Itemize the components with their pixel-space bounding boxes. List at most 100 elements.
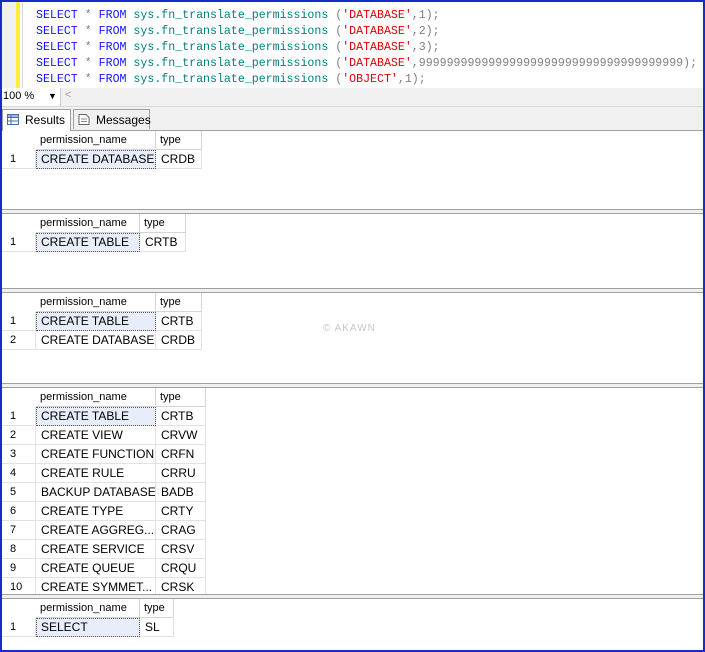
sql-keyword: FROM (98, 9, 127, 22)
cell-type[interactable]: CRSV (156, 540, 206, 559)
cell-type[interactable]: CRRU (156, 464, 206, 483)
sql-arguments: ,2); (411, 25, 440, 38)
row-number[interactable]: 5 (2, 483, 36, 502)
zoom-bar: 100 % ▼ < (2, 88, 703, 107)
cell-permission-name[interactable]: CREATE TABLE (36, 312, 156, 331)
row-number[interactable]: 9 (2, 559, 36, 578)
row-number[interactable]: 1 (2, 312, 36, 331)
results-tab-bar: Results Messages (2, 107, 703, 131)
column-header-permission-name[interactable]: permission_name (36, 388, 156, 407)
cell-type[interactable]: CRDB (156, 150, 202, 169)
sql-keyword: FROM (98, 41, 127, 54)
chevron-down-icon: ▼ (48, 91, 57, 101)
document-icon (78, 114, 90, 125)
sql-keyword: FROM (98, 25, 127, 38)
row-number[interactable]: 3 (2, 445, 36, 464)
grid-icon (7, 114, 19, 125)
sql-function: sys.fn_translate_permissions (133, 25, 329, 38)
code-line[interactable]: SELECT * FROM sys.fn_translate_permissio… (36, 72, 426, 88)
results-grid[interactable]: permission_name type 1 CREATE TABLE CRTB 2 CRE… (2, 293, 703, 384)
cell-permission-name[interactable]: CREATE DATABASE (36, 331, 156, 350)
sql-keyword: FROM (98, 73, 127, 86)
cell-permission-name[interactable]: CREATE AGGREG... (36, 521, 156, 540)
sql-keyword: SELECT (36, 57, 78, 70)
cell-permission-name[interactable]: CREATE RULE (36, 464, 156, 483)
cell-permission-name[interactable]: CREATE VIEW (36, 426, 156, 445)
sql-operator: * (84, 41, 92, 54)
tab-results-label: Results (25, 113, 66, 127)
cell-permission-name[interactable]: CREATE QUEUE (36, 559, 156, 578)
sql-punctuation: ( (328, 25, 343, 38)
results-grid[interactable]: permission_name type 1 CREATE DATABASE CRDB (2, 131, 703, 210)
cell-type[interactable]: CRAG (156, 521, 206, 540)
cell-permission-name[interactable]: CREATE DATABASE (36, 150, 156, 169)
cell-permission-name[interactable]: CREATE TABLE (36, 407, 156, 426)
sql-string: 'DATABASE' (342, 25, 412, 38)
scroll-left-icon[interactable]: < (65, 89, 71, 101)
cell-type[interactable]: CRQU (156, 559, 206, 578)
column-header-type[interactable]: type (156, 293, 202, 312)
cell-permission-name[interactable]: SELECT (36, 618, 140, 637)
row-number[interactable]: 1 (2, 618, 36, 637)
row-number[interactable]: 6 (2, 502, 36, 521)
sql-string: 'OBJECT' (342, 73, 398, 86)
row-number[interactable]: 2 (2, 426, 36, 445)
results-grid[interactable]: permission_name type 1 SELECT SL (2, 599, 703, 650)
sql-keyword: SELECT (36, 25, 78, 38)
sql-arguments: ,1); (397, 73, 426, 86)
column-header-permission-name[interactable]: permission_name (36, 293, 156, 312)
cell-type[interactable]: CRFN (156, 445, 206, 464)
tab-messages[interactable]: Messages (73, 109, 151, 129)
cell-type[interactable]: CRVW (156, 426, 206, 445)
sql-function: sys.fn_translate_permissions (133, 57, 329, 70)
cell-permission-name[interactable]: CREATE TYPE (36, 502, 156, 521)
sql-operator: * (84, 73, 92, 86)
cell-type[interactable]: CRTB (156, 407, 206, 426)
column-header-permission-name[interactable]: permission_name (36, 599, 140, 618)
cell-type[interactable]: SL (140, 618, 174, 637)
code-line[interactable]: SELECT * FROM sys.fn_translate_permissio… (36, 40, 440, 56)
row-number[interactable]: 8 (2, 540, 36, 559)
cell-permission-name[interactable]: CREATE FUNCTION (36, 445, 156, 464)
results-grid[interactable]: permission_name type 1 CREATE TABLE CRTB 2 CRE… (2, 388, 703, 597)
editor-gutter (2, 2, 16, 88)
row-number[interactable]: 1 (2, 407, 36, 426)
cell-type[interactable]: CRDB (156, 331, 202, 350)
query-editor[interactable]: SELECT * FROM sys.fn_translate_permissio… (2, 2, 703, 88)
code-line[interactable]: SELECT * FROM sys.fn_translate_permissio… (36, 56, 697, 72)
cell-type[interactable]: CRTB (156, 312, 202, 331)
row-number[interactable]: 4 (2, 464, 36, 483)
row-number[interactable]: 1 (2, 233, 36, 252)
sql-string: 'DATABASE' (342, 9, 412, 22)
row-number[interactable]: 2 (2, 331, 36, 350)
cell-permission-name[interactable]: BACKUP DATABASE (36, 483, 156, 502)
cell-type[interactable]: CRTY (156, 502, 206, 521)
sql-keyword: SELECT (36, 41, 78, 54)
sql-function: sys.fn_translate_permissions (133, 41, 329, 54)
column-header-permission-name[interactable]: permission_name (36, 131, 156, 150)
sql-keyword: SELECT (36, 73, 78, 86)
column-header-type[interactable]: type (140, 599, 174, 618)
horizontal-scrollbar[interactable]: < (60, 88, 703, 106)
code-line[interactable]: SELECT * FROM sys.fn_translate_permissio… (36, 8, 440, 24)
code-line[interactable]: SELECT * FROM sys.fn_translate_permissio… (36, 24, 440, 40)
results-grid[interactable]: permission_name type 1 CREATE TABLE CRTB (2, 214, 703, 289)
cell-permission-name[interactable]: CREATE SERVICE (36, 540, 156, 559)
zoom-dropdown[interactable]: 100 % ▼ (2, 89, 58, 104)
zoom-value: 100 % (3, 90, 35, 102)
sql-punctuation: ( (328, 41, 343, 54)
column-header-type[interactable]: type (156, 388, 206, 407)
column-header-type[interactable]: type (156, 131, 202, 150)
sql-arguments: ,99999999999999999999999999999999999999)… (411, 57, 698, 70)
sql-keyword: FROM (98, 57, 127, 70)
column-header-permission-name[interactable]: permission_name (36, 214, 140, 233)
cell-permission-name[interactable]: CREATE TABLE (36, 233, 140, 252)
tab-results[interactable]: Results (2, 109, 71, 131)
cell-type[interactable]: CRTB (140, 233, 186, 252)
row-number[interactable]: 1 (2, 150, 36, 169)
cell-type[interactable]: BADB (156, 483, 206, 502)
column-header-type[interactable]: type (140, 214, 186, 233)
change-indicator (16, 2, 20, 88)
row-number[interactable]: 7 (2, 521, 36, 540)
sql-string: 'DATABASE' (342, 41, 412, 54)
